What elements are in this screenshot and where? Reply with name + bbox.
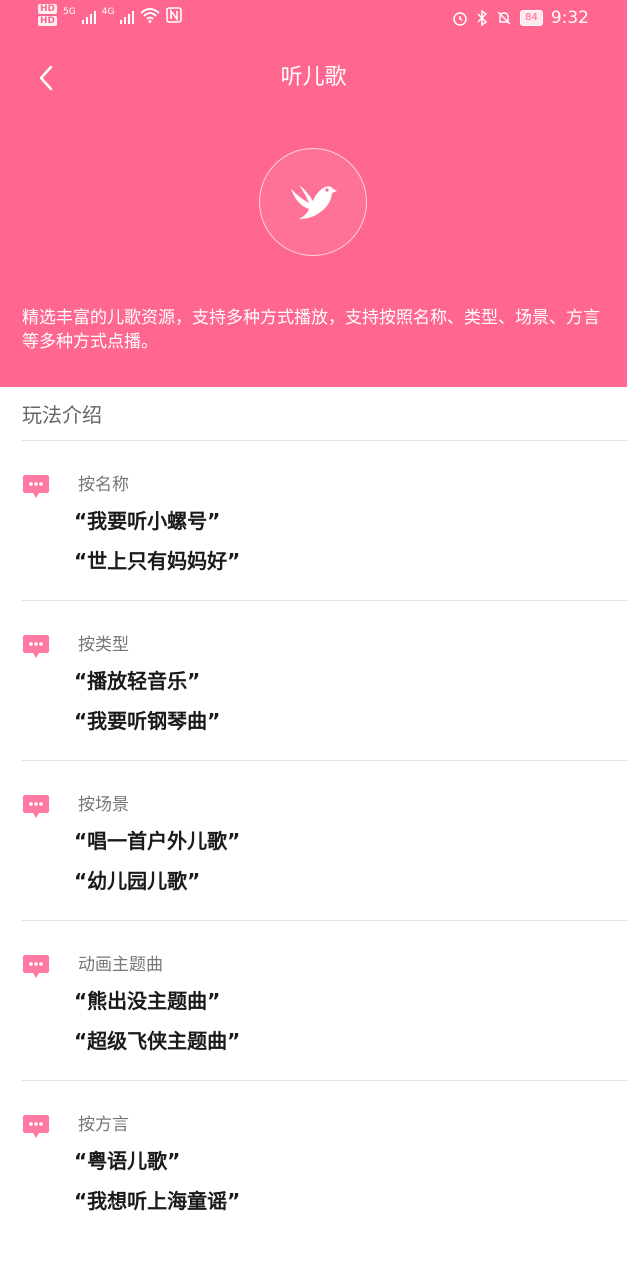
example-phrase: “唱一首户外儿歌”: [74, 829, 241, 853]
example-section-dialect: 按方言 “粤语儿歌” “我想听上海童谣”: [0, 1108, 627, 1268]
nfc-icon: [166, 7, 183, 23]
example-section-anime: 动画主题曲 “熊出没主题曲” “超级飞侠主题曲”: [0, 948, 627, 1108]
example-section-type: 按类型 “播放轻音乐” “我要听钢琴曲”: [0, 628, 627, 788]
example-phrase: “粤语儿歌”: [74, 1149, 181, 1173]
network-type-2: 4G: [101, 7, 115, 17]
example-section-scene: 按场景 “唱一首户外儿歌” “幼儿园儿歌”: [0, 788, 627, 948]
category-label: 按名称: [78, 475, 129, 495]
example-phrase: “世上只有妈妈好”: [74, 549, 241, 573]
page-title: 听儿歌: [280, 65, 347, 90]
category-label: 按场景: [78, 795, 129, 815]
status-right: 84 9:32: [452, 8, 589, 28]
alarm-icon: [453, 12, 467, 26]
example-section-name: 按名称 “我要听小螺号” “世上只有妈妈好”: [0, 468, 627, 628]
hd-badge-2: HD: [38, 16, 58, 26]
feature-logo: [259, 148, 367, 256]
network-type-1: 5G: [63, 7, 76, 17]
bird-icon: [291, 185, 337, 219]
example-phrase: “我想听上海童谣”: [74, 1189, 241, 1213]
divider: [22, 1080, 627, 1081]
signal-icon: [81, 8, 96, 24]
category-label: 按方言: [78, 1115, 129, 1135]
example-phrase: “幼儿园儿歌”: [74, 869, 201, 893]
clock: 9:32: [550, 8, 589, 28]
example-phrase: “播放轻音乐”: [74, 669, 201, 693]
bluetooth-icon: [477, 10, 488, 26]
section-heading: 玩法介绍: [22, 403, 102, 427]
divider: [22, 760, 627, 761]
chat-bubble-icon: [23, 795, 49, 818]
hd-badge-1: HD: [38, 4, 58, 14]
chat-bubble-icon: [23, 1115, 49, 1138]
divider: [22, 920, 627, 921]
divider: [22, 440, 627, 441]
example-phrase: “超级飞侠主题曲”: [74, 1029, 241, 1053]
chat-bubble-icon: [23, 955, 49, 978]
example-phrase: “我要听小螺号”: [74, 509, 221, 533]
hd-badges: HD HD: [38, 4, 58, 26]
battery-indicator: 84: [520, 10, 543, 26]
wifi-icon: [140, 8, 161, 23]
chat-bubble-icon: [23, 635, 49, 658]
category-label: 按类型: [78, 635, 129, 655]
mute-bell-icon: [497, 11, 511, 25]
chat-bubble-icon: [23, 475, 49, 498]
status-bar: HD HD 5G 4G 84 9:32: [0, 0, 627, 38]
status-left: HD HD 5G 4G: [38, 4, 183, 26]
divider: [22, 600, 627, 601]
category-label: 动画主题曲: [78, 955, 163, 975]
feature-description: 精选丰富的儿歌资源，支持多种方式播放，支持按照名称、类型、场景、方言等多种方式点…: [22, 308, 600, 352]
example-phrase: “熊出没主题曲”: [74, 989, 221, 1013]
signal-icon-2: [120, 8, 135, 24]
example-phrase: “我要听钢琴曲”: [74, 709, 221, 733]
